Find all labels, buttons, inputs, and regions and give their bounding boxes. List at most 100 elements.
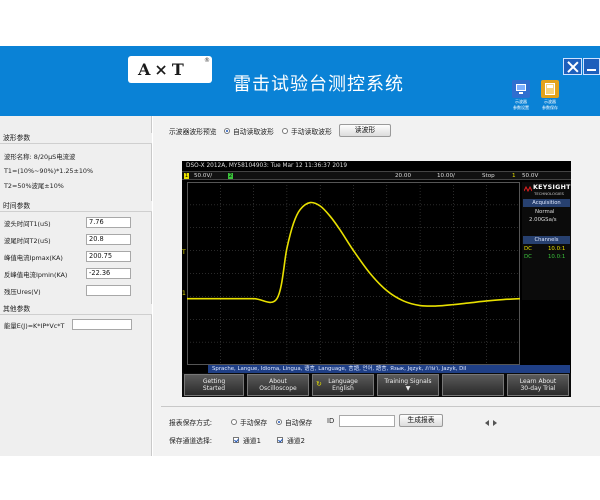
scope-settings-label-1: 示波器 — [515, 99, 527, 104]
channel-select-label: 保存通道选择: — [169, 437, 213, 445]
app-header: A×T ® 雷击试验台测控系统 示波器 参数设置 示波器 参数保存 — [0, 46, 600, 116]
ures-field[interactable] — [86, 285, 131, 296]
scope-side-panel: KEYSIGHT TECHNOLOGIES Acquisition Normal… — [522, 182, 571, 300]
ipmax-label: 峰值电流Ipmax(KA) — [4, 254, 63, 262]
manual-read-radio[interactable] — [282, 128, 288, 134]
trigger-level: 50.0V — [522, 173, 539, 179]
oscilloscope-screen: DSO-X 2012A, MY58104903: Tue Mar 12 11:3… — [182, 161, 571, 397]
channel-2-checkbox[interactable] — [277, 437, 283, 443]
id-label: ID — [327, 417, 335, 425]
softkey-1-line2: Started — [202, 385, 226, 392]
language-bar: Sprache, Langue, Idioma, Lingua, 语言, Lan… — [208, 365, 570, 373]
softkey-3-line2: English — [332, 385, 354, 392]
channel-1-checkbox[interactable] — [233, 437, 239, 443]
app-title: 雷击试验台测控系统 — [233, 74, 404, 95]
company-logo: A×T ® — [128, 56, 212, 83]
chevron-down-icon: ▼ — [405, 385, 411, 392]
auto-read-label: 自动读取波形 — [233, 128, 274, 136]
softkey-2-line1: About — [269, 378, 287, 385]
trigger-level-marker: T — [182, 249, 186, 256]
scroll-left-icon[interactable] — [485, 420, 489, 426]
scope-settings-button[interactable]: 示波器 参数设置 — [508, 80, 534, 110]
timebase-scale: 10.00/ — [437, 173, 455, 179]
parameter-panel: 波形参数 波形名称: 8/20μS电流波 T1=(10%~90%)*1.25±1… — [0, 116, 152, 456]
preview-label: 示波器波形预览 — [169, 128, 217, 136]
acquisition-mode: Normal — [535, 209, 555, 215]
scope-softkeys: Getting Started About Oscilloscope ↻ Lan… — [182, 373, 571, 397]
softkey-3-line1: Language — [328, 378, 358, 385]
ch2-coupling: DC — [524, 254, 532, 260]
ures-label: 残压Ures(V) — [4, 288, 41, 296]
softkey-language[interactable]: ↻ Language English — [312, 374, 374, 396]
id-field[interactable] — [339, 415, 395, 427]
scope-status-bar: 1 50.0V/ 2 20.00 10.00/ Stop 1 50.0V — [182, 171, 571, 180]
read-waveform-button[interactable]: 读波形 — [339, 124, 391, 137]
ch2-ratio: 10.0:1 — [548, 254, 566, 260]
ch1-ratio: 10.0:1 — [548, 246, 566, 252]
manual-save-radio[interactable] — [231, 419, 237, 425]
channel-2-label: 通道2 — [287, 437, 305, 445]
auto-read-radio[interactable] — [224, 128, 230, 134]
energy-field[interactable] — [72, 319, 132, 330]
ch1-badge: 1 — [184, 173, 189, 179]
acquisition-rate: 2.00GSa/s — [529, 217, 557, 223]
channels-header: Channels — [523, 236, 570, 244]
scope-save-label-2: 参数保存 — [542, 105, 558, 110]
acquisition-header: Acquisition — [523, 199, 570, 207]
settings-icon — [512, 80, 530, 98]
ch1-coupling: DC — [524, 246, 532, 252]
softkey-1-line1: Getting — [202, 378, 226, 385]
softkey-getting-started[interactable]: Getting Started — [184, 374, 244, 396]
scope-title: DSO-X 2012A, MY58104903: Tue Mar 12 11:3… — [186, 163, 348, 169]
t1-spec-line: T1=(10%~90%)*1.25±10% — [4, 167, 94, 175]
report-save-label: 报表保存方式: — [169, 419, 213, 427]
ipmin-label: 反峰值电流Ipmin(KA) — [4, 271, 68, 279]
scope-settings-label-2: 参数设置 — [513, 105, 529, 110]
keysight-logo-icon — [523, 185, 533, 193]
logo-text: A×T — [138, 60, 188, 79]
time-params-title: 时间参数 — [0, 201, 152, 212]
softkey-6-line1: Learn About — [519, 378, 557, 385]
auto-save-label: 自动保存 — [285, 419, 313, 427]
generate-report-button[interactable]: 生成报表 — [399, 414, 443, 427]
ipmax-field[interactable]: 200.75 — [86, 251, 131, 262]
softkey-blank[interactable] — [442, 374, 504, 396]
energy-label: 能量E(J)=K*IP*Vc*T — [4, 322, 65, 330]
ch1-scale: 50.0V/ — [194, 173, 213, 179]
main-area: 示波器波形预览 自动读取波形 手动读取波形 读波形 DSO-X 2012A, M… — [153, 116, 600, 456]
other-params-title: 其他参数 — [0, 304, 152, 315]
softkey-training-signals[interactable]: Training Signals ▼ — [377, 374, 439, 396]
brand-name: KEYSIGHT — [533, 184, 571, 191]
softkey-learn-about-trial[interactable]: Learn About 30-day Trial — [507, 374, 569, 396]
t2-label: 波尾时间T2(uS) — [4, 237, 51, 245]
ch1-ground-marker: 1 — [182, 290, 186, 297]
report-section: 报表保存方式: 手动保存 自动保存 ID 生成报表 保存通道选择: 通道1 通道… — [161, 406, 600, 456]
auto-save-radio[interactable] — [276, 419, 282, 425]
minimize-icon[interactable] — [583, 58, 600, 75]
waveform-toolbar: 示波器波形预览 自动读取波形 手动读取波形 读波形 — [153, 124, 600, 138]
t2-field[interactable]: 20.8 — [86, 234, 131, 245]
trigger-source: 1 — [512, 173, 516, 179]
timebase-position: 20.00 — [395, 173, 412, 179]
scope-save-label-1: 示波器 — [544, 99, 556, 104]
save-icon — [541, 80, 559, 98]
waveform-plot — [187, 182, 520, 365]
softkey-4-line1: Training Signals — [384, 378, 432, 385]
logo-registered-mark: ® — [204, 57, 210, 64]
ipmin-field[interactable]: -22.36 — [86, 268, 131, 279]
run-state: Stop — [482, 173, 495, 179]
softkey-6-line2: 30-day Trial — [520, 385, 556, 392]
scope-save-button[interactable]: 示波器 参数保存 — [537, 80, 563, 110]
t1-label: 波头时间T1(uS) — [4, 220, 51, 228]
ch2-badge: 2 — [228, 173, 233, 179]
softkey-about-oscilloscope[interactable]: About Oscilloscope — [247, 374, 309, 396]
t1-field[interactable]: 7.76 — [86, 217, 131, 228]
scroll-right-icon[interactable] — [493, 420, 497, 426]
t2-spec-line: T2=50%波尾±10% — [4, 182, 64, 190]
rotate-knob-icon: ↻ — [316, 380, 322, 388]
plot-grid — [187, 182, 520, 365]
softkey-2-line2: Oscilloscope — [259, 385, 297, 392]
close-icon[interactable] — [563, 58, 582, 75]
manual-read-label: 手动读取波形 — [291, 128, 332, 136]
waveform-name-line: 波形名称: 8/20μS电流波 — [4, 153, 76, 161]
